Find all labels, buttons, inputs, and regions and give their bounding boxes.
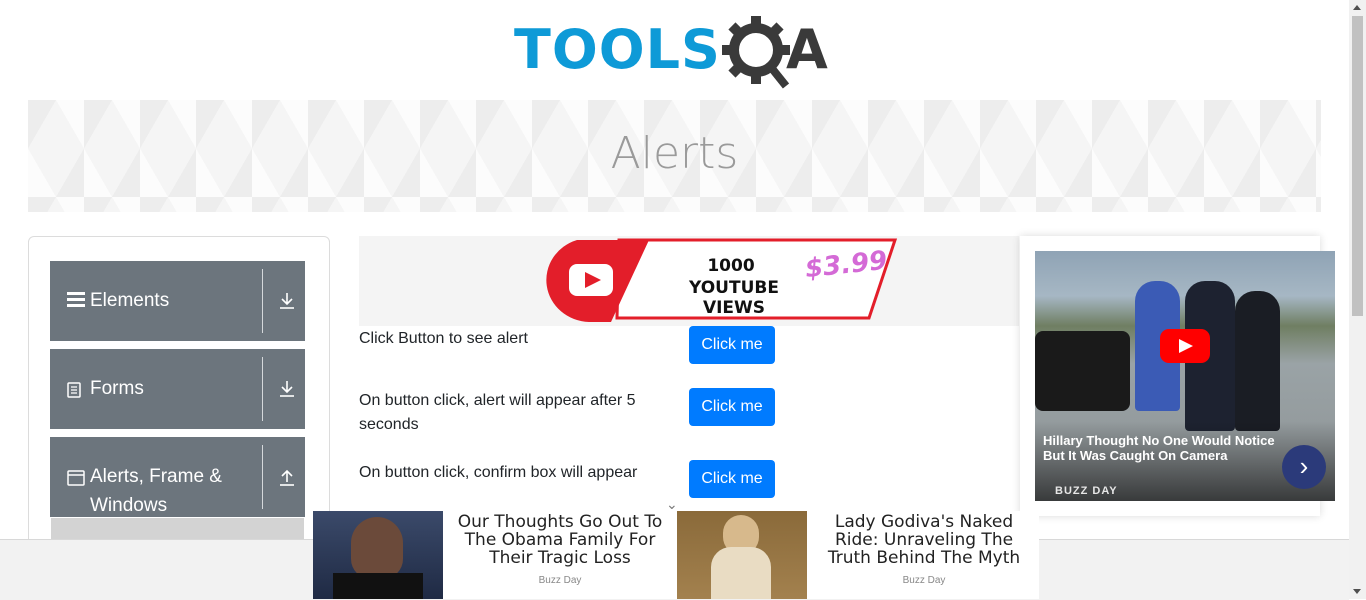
- sticky-ad-item[interactable]: Our Thoughts Go Out To The Obama Family …: [313, 511, 676, 599]
- hamburger-icon: [67, 291, 85, 312]
- ad-headline: Lady Godiva's Naked Ride: Unraveling The…: [827, 512, 1021, 568]
- timer-alert-button[interactable]: Click me: [689, 388, 775, 426]
- sticky-ad: Our Thoughts Go Out To The Obama Family …: [313, 511, 1039, 599]
- logo-text: TOOLS: [514, 18, 721, 81]
- logo-letter-a: A: [786, 18, 828, 81]
- gear-magnifier-icon: [722, 16, 790, 89]
- video-car: [1035, 331, 1130, 411]
- download-arrow-icon[interactable]: [279, 379, 295, 399]
- video-figure: [1235, 291, 1280, 431]
- ad-headline: Our Thoughts Go Out To The Obama Family …: [457, 512, 663, 568]
- ad-thumbnail: [677, 511, 807, 599]
- youtube-views-ad[interactable]: 1000 YOUTUBE VIEWS $3.99: [359, 236, 1019, 326]
- upload-arrow-icon[interactable]: [279, 467, 295, 487]
- ad-line2: YOUTUBE VIEWS: [689, 278, 779, 318]
- group-label: Elements: [90, 290, 170, 311]
- play-icon[interactable]: [1160, 329, 1210, 363]
- group-elements[interactable]: Elements: [50, 261, 305, 341]
- alert-button[interactable]: Click me: [689, 326, 775, 364]
- ad-line1: 1000: [707, 256, 755, 276]
- document-icon: [67, 382, 81, 403]
- group-label: Alerts, Frame &: [90, 466, 222, 487]
- next-arrow-icon[interactable]: ›: [1282, 445, 1326, 489]
- page-scrollbar[interactable]: [1349, 0, 1366, 599]
- timer-alert-row-text: On button click, alert will appear after…: [359, 392, 636, 433]
- group-divider: [262, 357, 263, 421]
- group-label: Forms: [90, 378, 144, 399]
- video-caption: Hillary Thought No One Would Notice But …: [1043, 433, 1275, 463]
- sticky-ad-item[interactable]: Lady Godiva's Naked Ride: Unraveling The…: [677, 511, 1040, 599]
- scrollbar-thumb[interactable]: [1352, 16, 1363, 316]
- group-divider: [262, 445, 263, 509]
- group-alerts-frame-windows[interactable]: Alerts, Frame & Windows: [50, 437, 305, 517]
- page-banner: Alerts: [28, 100, 1321, 212]
- group-forms[interactable]: Forms: [50, 349, 305, 429]
- ad-source: Buzz Day: [902, 575, 946, 586]
- toolsqa-logo[interactable]: TOOLS A: [514, 16, 838, 92]
- video-brand: BUZZ DAY: [1055, 485, 1118, 497]
- ad-source: Buzz Day: [538, 575, 582, 586]
- scroll-down-icon[interactable]: [1353, 589, 1361, 594]
- scroll-up-icon[interactable]: [1353, 5, 1361, 10]
- download-arrow-icon[interactable]: [279, 291, 295, 311]
- video-ad[interactable]: Hillary Thought No One Would Notice But …: [1035, 251, 1335, 501]
- alert-row-text: Click Button to see alert: [359, 330, 528, 347]
- left-panel: Elements Forms Alerts, Frame & Windows: [28, 236, 330, 558]
- confirm-button[interactable]: Click me: [689, 460, 775, 498]
- group-label-line2: Windows: [90, 495, 168, 516]
- window-icon: [67, 470, 85, 491]
- confirm-row-text: On button click, confirm box will appear: [359, 464, 638, 481]
- ad-thumbnail: [313, 511, 443, 599]
- group-divider: [262, 269, 263, 333]
- page-title: Alerts: [610, 128, 739, 179]
